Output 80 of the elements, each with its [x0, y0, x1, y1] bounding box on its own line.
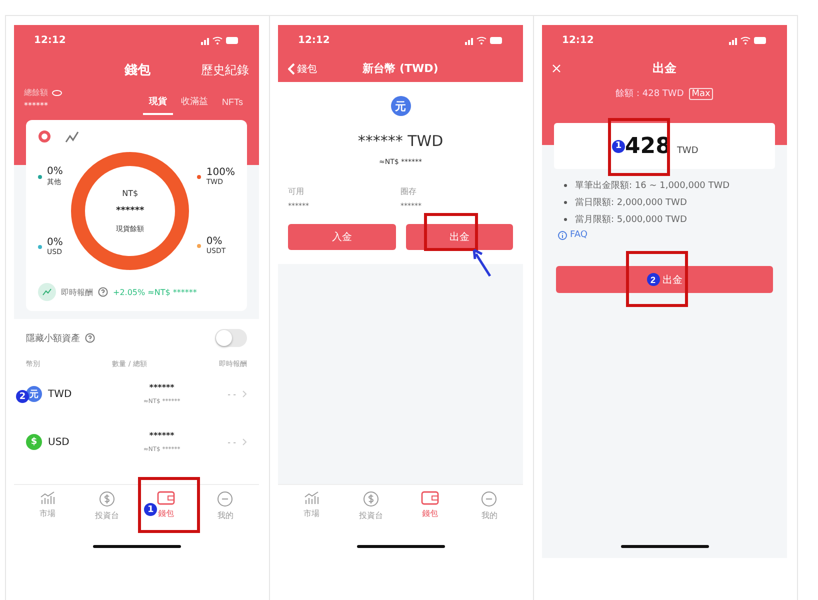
chevron-left-icon[interactable] [288, 62, 295, 74]
nav-tab[interactable]: 投資台 [94, 491, 119, 523]
donut-chart-icon[interactable] [38, 130, 51, 143]
asset-amount: ****** [149, 383, 174, 392]
asset-reward: - - [228, 390, 236, 398]
status-time: 12:12 [562, 34, 594, 46]
available-balance: 餘額 : 428 TWD [616, 88, 684, 100]
balance-value: ****** [24, 101, 48, 110]
status-icons [465, 36, 503, 44]
coin-symbol: USD [48, 436, 70, 448]
wallet-icon [421, 491, 440, 505]
stat-label: 可用 [288, 186, 304, 197]
tab[interactable]: 現貨 [143, 93, 173, 115]
faq-link[interactable]: FAQ [570, 230, 588, 240]
reward-value: +2.05% ≈NT$ ****** [113, 288, 197, 296]
more-icon [217, 491, 234, 507]
eye-icon[interactable] [52, 90, 62, 96]
help-icon[interactable] [85, 333, 95, 343]
status-icons [729, 36, 767, 44]
dollar-coin-icon [362, 491, 379, 507]
currency-amount: ****** TWD [358, 132, 444, 150]
back-link[interactable]: 錢包 [297, 62, 317, 76]
max-button[interactable]: Max [688, 88, 714, 100]
more-icon [481, 491, 498, 507]
step-number-badge: 2 [16, 390, 29, 403]
status-time: 12:12 [298, 34, 330, 46]
trend-icon [38, 283, 56, 301]
limit-text: 當月限額: 5,000,000 TWD [575, 214, 687, 226]
balance-label: 總餘額 [24, 87, 48, 98]
coin-symbol: TWD [48, 388, 72, 400]
nav-tab[interactable]: 我的 [481, 491, 498, 523]
chart-icon [304, 491, 320, 505]
nav-tab[interactable]: 錢包 [157, 491, 176, 523]
bullet-dot [564, 218, 567, 221]
chart-icon [40, 491, 56, 505]
page-title: 新台幣 (TWD) [362, 61, 438, 76]
bullet-dot [564, 201, 567, 204]
close-icon[interactable] [552, 64, 561, 72]
limit-text: 當日限額: 2,000,000 TWD [575, 196, 687, 209]
coin-icon: 元 [26, 386, 42, 402]
wallet-icon [157, 491, 176, 505]
nav-tab[interactable]: 我的 [217, 491, 234, 523]
unit-label: TWD [676, 146, 698, 156]
coin-icon: $ [26, 434, 42, 450]
bullet-dot [564, 184, 567, 187]
nav-tab[interactable]: 市場 [304, 491, 320, 523]
legend-percent: 0% [47, 166, 63, 177]
withdraw-button[interactable]: 2 出金 [556, 266, 773, 293]
nav-tab[interactable]: 投資台 [358, 491, 383, 523]
donut-amount: ****** [116, 206, 144, 216]
stat-label: 圈存 [400, 186, 416, 197]
help-icon[interactable] [98, 287, 108, 297]
info-icon[interactable] [558, 230, 567, 240]
step-number-badge: 1 [612, 140, 625, 152]
tab[interactable]: NFTs [216, 94, 249, 114]
legend-percent: 100% [206, 167, 235, 178]
toggle-switch[interactable] [215, 329, 247, 347]
hide-small-label: 隱藏小額資產 [26, 332, 80, 344]
coin-icon: 元 [390, 96, 410, 116]
action-button[interactable]: 入金 [288, 224, 396, 250]
reward-label: 即時報酬 [61, 286, 93, 298]
nav-tab[interactable]: 市場 [40, 491, 56, 523]
donut-currency: NT$ [122, 188, 138, 198]
asset-reward: - - [228, 438, 236, 446]
page-title: 出金 [652, 60, 676, 76]
page-title: 錢包 [124, 62, 150, 79]
legend-percent: 0% [47, 237, 63, 248]
status-icons [201, 36, 239, 44]
status-time: 12:12 [34, 34, 66, 46]
limit-text: 單筆出金限額: 16 ~ 1,000,000 TWD [575, 180, 730, 192]
asset-amount: ****** [149, 431, 174, 440]
step-number-badge: 1 [144, 503, 158, 516]
nav-tab[interactable]: 錢包 [421, 491, 440, 523]
step-number-badge: 2 [646, 273, 660, 286]
line-chart-icon[interactable] [65, 130, 79, 142]
action-button[interactable]: 出金 [406, 224, 513, 250]
history-link[interactable]: 歷史紀錄 [201, 62, 249, 78]
legend-percent: 0% [206, 236, 222, 247]
dollar-coin-icon [98, 491, 115, 507]
tab[interactable]: 收滿益 [175, 93, 214, 115]
